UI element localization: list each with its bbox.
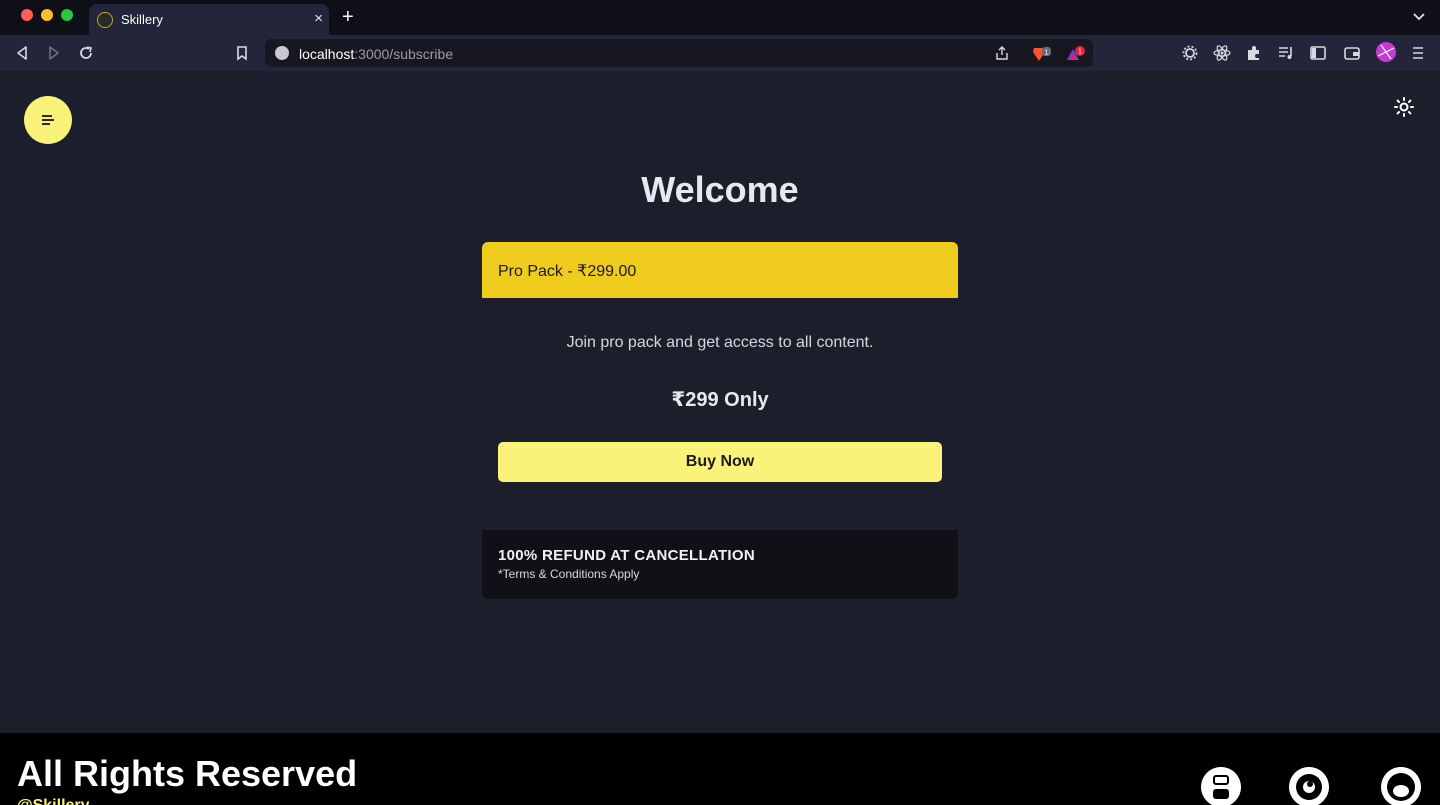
new-tab-button[interactable]: +: [342, 6, 354, 28]
app-menu-icon[interactable]: [1409, 44, 1427, 62]
pack-header: Pro Pack - ₹299.00: [482, 242, 958, 298]
browser-tab-bar: Skillery × +: [0, 0, 1440, 35]
footer-brand: @Skillery: [17, 797, 90, 805]
skillery-favicon-icon: [97, 12, 113, 28]
minimize-window-icon[interactable]: [41, 9, 53, 21]
profile-avatar-icon[interactable]: [1375, 41, 1397, 63]
url-text[interactable]: localhost:3000/subscribe: [299, 46, 453, 62]
terms-note: *Terms & Conditions Apply: [498, 567, 640, 581]
browser-tab[interactable]: Skillery ×: [89, 4, 329, 35]
youtube-icon[interactable]: [1201, 767, 1241, 805]
chevron-down-icon[interactable]: [1412, 9, 1426, 23]
dribbble-icon[interactable]: [1289, 767, 1329, 805]
svg-text:1: 1: [1045, 50, 1049, 57]
extensions-puzzle-icon[interactable]: [1245, 44, 1263, 62]
media-playlist-icon[interactable]: [1277, 44, 1295, 62]
buy-now-button[interactable]: Buy Now: [498, 442, 942, 482]
forward-icon[interactable]: [45, 44, 63, 62]
pack-description: Join pro pack and get access to all cont…: [566, 334, 874, 351]
svg-text:1: 1: [1078, 49, 1082, 56]
maximize-window-icon[interactable]: [61, 9, 73, 21]
browser-toolbar: localhost:3000/subscribe 1 1: [0, 35, 1440, 71]
github-icon[interactable]: [1381, 767, 1421, 805]
site-info-icon[interactable]: [275, 46, 289, 60]
react-devtools-icon[interactable]: [1213, 44, 1231, 62]
share-icon[interactable]: [994, 45, 1010, 61]
sidebar-icon[interactable]: [1309, 44, 1327, 62]
page-content: Welcome Pro Pack - ₹299.00 Join pro pack…: [0, 71, 1440, 733]
footer: All Rights Reserved @Skillery: [0, 733, 1440, 805]
sun-icon[interactable]: [1394, 97, 1414, 117]
brave-shields-icon[interactable]: 1: [1031, 46, 1051, 62]
tab-title: Skillery: [121, 12, 163, 27]
menu-button[interactable]: [24, 96, 72, 144]
wallet-icon[interactable]: [1343, 44, 1361, 62]
reload-icon[interactable]: [77, 44, 95, 62]
menu-icon: [42, 115, 52, 117]
bookmark-icon[interactable]: [233, 44, 251, 62]
brave-rewards-icon[interactable]: 1: [1065, 46, 1085, 62]
pack-price: ₹299 Only: [671, 389, 769, 411]
pack-title: Pro Pack - ₹299.00: [498, 263, 637, 280]
menu-icon-line: [42, 119, 54, 121]
menu-icon-line: [42, 123, 50, 125]
refund-title: 100% REFUND AT CANCELLATION: [498, 547, 755, 564]
page-title: Welcome: [641, 169, 799, 210]
tab-close-button[interactable]: ×: [314, 10, 323, 28]
footer-title: All Rights Reserved: [17, 753, 358, 794]
close-window-icon[interactable]: [21, 9, 33, 21]
address-bar[interactable]: localhost:3000/subscribe 1 1: [265, 39, 1093, 67]
refund-notice: 100% REFUND AT CANCELLATION *Terms & Con…: [482, 530, 958, 599]
settings-gear-icon[interactable]: [1181, 44, 1199, 62]
back-icon[interactable]: [13, 44, 31, 62]
